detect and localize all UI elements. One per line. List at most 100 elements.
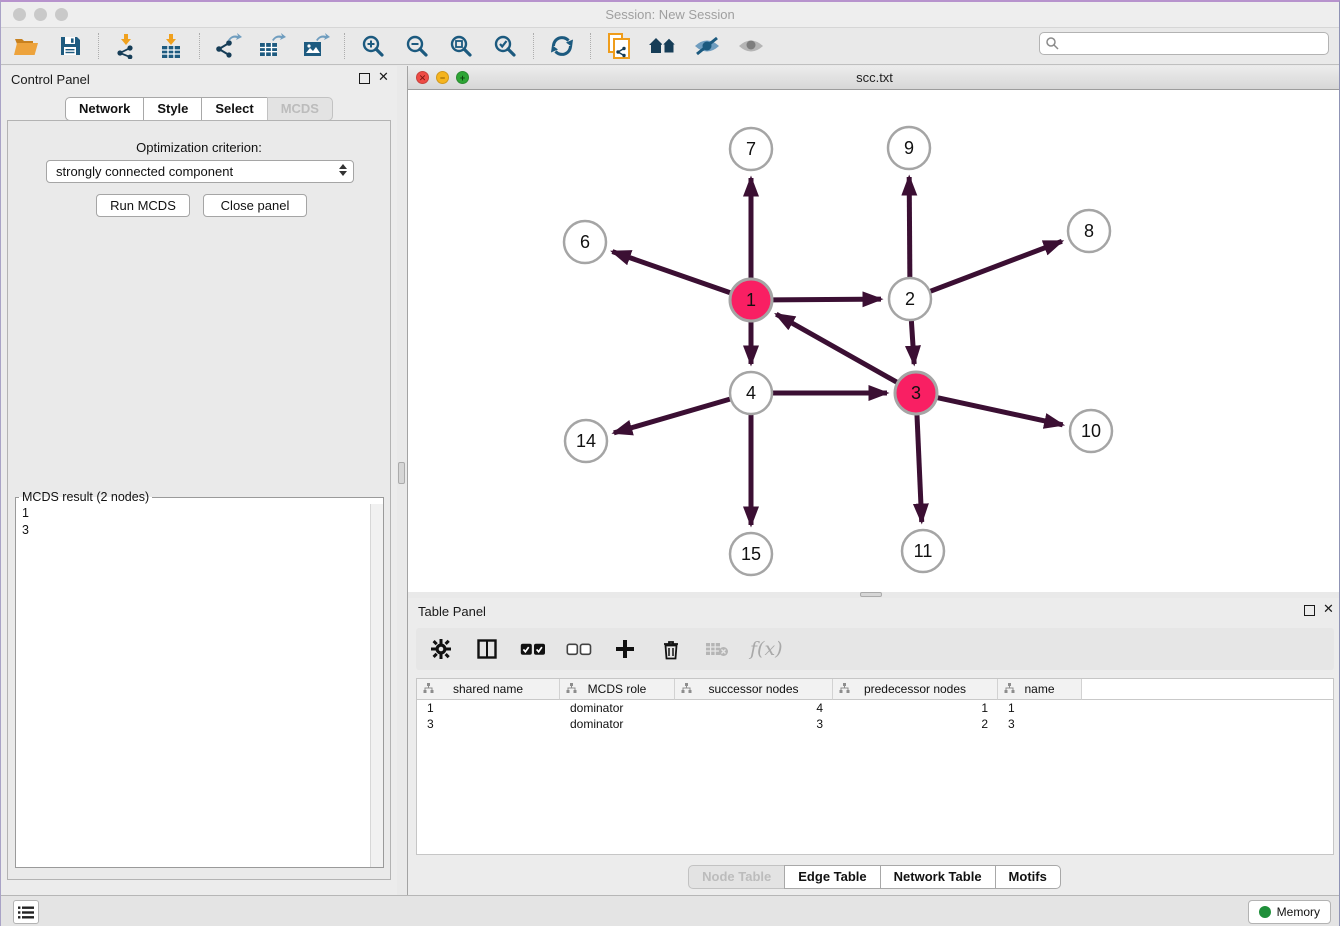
graph-edge-4-14[interactable] — [614, 399, 730, 433]
graph-node-label: 2 — [905, 289, 915, 309]
search-input[interactable] — [1039, 32, 1329, 55]
table-cell[interactable]: 3 — [998, 716, 1082, 732]
vertical-splitter[interactable] — [397, 66, 407, 895]
float-panel-icon[interactable] — [1304, 605, 1315, 616]
table-row[interactable]: 3dominator323 — [417, 716, 1333, 732]
table-toolbar: f(x) — [416, 628, 1334, 670]
graph-edge-1-2[interactable] — [773, 299, 881, 300]
show-all-icon[interactable] — [734, 31, 768, 61]
zoom-selected-icon[interactable] — [488, 31, 522, 61]
column-selector-icon[interactable] — [474, 636, 500, 662]
zoom-in-icon[interactable] — [356, 31, 390, 61]
table-tab-motifs[interactable]: Motifs — [995, 865, 1061, 889]
table-panel: Table Panel ✕ — [408, 598, 1340, 895]
close-panel-icon[interactable]: ✕ — [1323, 602, 1334, 616]
table-tab-network-table[interactable]: Network Table — [880, 865, 996, 889]
toolbar-separator — [533, 33, 534, 59]
export-image-icon[interactable] — [299, 31, 333, 61]
gear-icon[interactable] — [428, 636, 454, 662]
add-icon[interactable] — [612, 636, 638, 662]
column-header-MCDS-role[interactable]: MCDS role — [560, 679, 675, 700]
table-cell[interactable]: 3 — [417, 716, 560, 732]
graph-node-label: 1 — [746, 290, 756, 310]
status-bar: Memory — [1, 895, 1339, 926]
memory-button[interactable]: Memory — [1248, 900, 1331, 924]
network-canvas[interactable]: 7968124314101511 — [408, 90, 1340, 591]
optimization-criterion-dropdown[interactable]: strongly connected component — [46, 160, 354, 183]
hide-selected-icon[interactable] — [690, 31, 724, 61]
network-view-window: ✕ − + scc.txt 7968124314101511 — [408, 66, 1340, 592]
mcds-result-lines: 13 — [16, 504, 383, 540]
float-panel-icon[interactable] — [359, 73, 370, 84]
graph-edge-3-1[interactable] — [776, 314, 897, 382]
node-table[interactable]: shared name MCDS role successor nodes prede… — [416, 678, 1334, 855]
column-header-predecessor-nodes[interactable]: predecessor nodes — [833, 679, 998, 700]
open-folder-icon[interactable] — [9, 31, 43, 61]
graph-edge-3-11[interactable] — [917, 415, 922, 522]
run-mcds-button[interactable]: Run MCDS — [96, 194, 190, 217]
list-icon — [18, 906, 34, 919]
zoom-out-icon[interactable] — [400, 31, 434, 61]
control-panel-tabs: NetworkStyleSelectMCDS — [1, 97, 397, 121]
graph-edge-1-6[interactable] — [612, 252, 730, 293]
memory-label: Memory — [1277, 905, 1320, 919]
close-panel-icon[interactable]: ✕ — [378, 70, 389, 84]
show-panels-button[interactable] — [13, 900, 39, 924]
table-tab-node-table[interactable]: Node Table — [688, 865, 785, 889]
splitter-handle[interactable] — [860, 592, 882, 597]
close-panel-button[interactable]: Close panel — [203, 194, 307, 217]
table-tabs: Node TableEdge TableNetwork TableMotifs — [408, 865, 1340, 889]
graph-edge-2-8[interactable] — [931, 241, 1062, 291]
graph-node-label: 14 — [576, 431, 596, 451]
tab-select[interactable]: Select — [201, 97, 267, 121]
column-header-shared-name[interactable]: shared name — [417, 679, 560, 700]
table-row[interactable]: 1dominator411 — [417, 700, 1333, 716]
deselect-all-icon[interactable] — [566, 636, 592, 662]
column-header-label: shared name — [453, 682, 523, 696]
home-icon[interactable] — [646, 31, 680, 61]
splitter-handle[interactable] — [398, 462, 405, 484]
table-cell[interactable]: 4 — [675, 700, 833, 716]
import-network-icon[interactable] — [110, 31, 144, 61]
copy-network-icon[interactable] — [602, 31, 636, 61]
zoom-fit-icon[interactable] — [444, 31, 478, 61]
control-panel: Control Panel ✕ NetworkStyleSelectMCDS O… — [1, 66, 397, 895]
table-cell[interactable]: 2 — [833, 716, 998, 732]
table-cell[interactable]: 1 — [998, 700, 1082, 716]
table-tab-edge-table[interactable]: Edge Table — [784, 865, 880, 889]
tab-mcds[interactable]: MCDS — [267, 97, 333, 121]
delete-table-icon — [704, 636, 730, 662]
table-cell[interactable]: 1 — [833, 700, 998, 716]
column-header-label: predecessor nodes — [864, 682, 966, 696]
header-filler — [1082, 679, 1333, 700]
column-header-name[interactable]: name — [998, 679, 1082, 700]
table-cell[interactable]: 3 — [675, 716, 833, 732]
refresh-icon[interactable] — [545, 31, 579, 61]
save-icon[interactable] — [53, 31, 87, 61]
table-cell[interactable]: dominator — [560, 716, 675, 732]
delete-icon[interactable] — [658, 636, 684, 662]
column-header-label: MCDS role — [588, 682, 647, 696]
graph-edge-3-10[interactable] — [937, 398, 1062, 425]
tab-network[interactable]: Network — [65, 97, 144, 121]
table-cell[interactable]: dominator — [560, 700, 675, 716]
graph-node-label: 6 — [580, 232, 590, 252]
graph-node-label: 11 — [914, 541, 933, 561]
import-table-icon[interactable] — [154, 31, 188, 61]
toolbar-separator — [344, 33, 345, 59]
column-header-successor-nodes[interactable]: successor nodes — [675, 679, 833, 700]
tab-style[interactable]: Style — [143, 97, 202, 121]
export-network-icon[interactable] — [211, 31, 245, 61]
result-scrollbar[interactable] — [370, 504, 383, 867]
control-panel-title: Control Panel — [11, 72, 90, 87]
select-all-icon[interactable] — [520, 636, 546, 662]
graph-node-label: 9 — [904, 138, 914, 158]
graph-node-label: 10 — [1081, 421, 1101, 441]
graph-edge-2-3[interactable] — [911, 321, 914, 364]
result-line: 3 — [22, 522, 377, 539]
graph-edge-2-9[interactable] — [909, 177, 910, 277]
toolbar-separator — [199, 33, 200, 59]
table-cell[interactable]: 1 — [417, 700, 560, 716]
graph-node-label: 4 — [746, 383, 756, 403]
export-table-icon[interactable] — [255, 31, 289, 61]
